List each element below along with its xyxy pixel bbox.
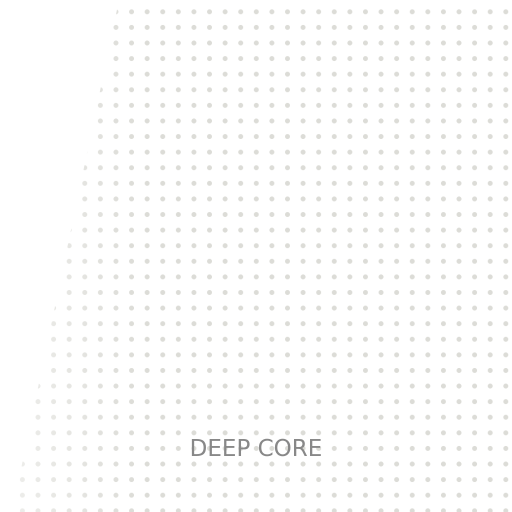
canvas: DEEP CORE	[0, 0, 512, 512]
caption-label: DEEP CORE	[189, 436, 323, 462]
